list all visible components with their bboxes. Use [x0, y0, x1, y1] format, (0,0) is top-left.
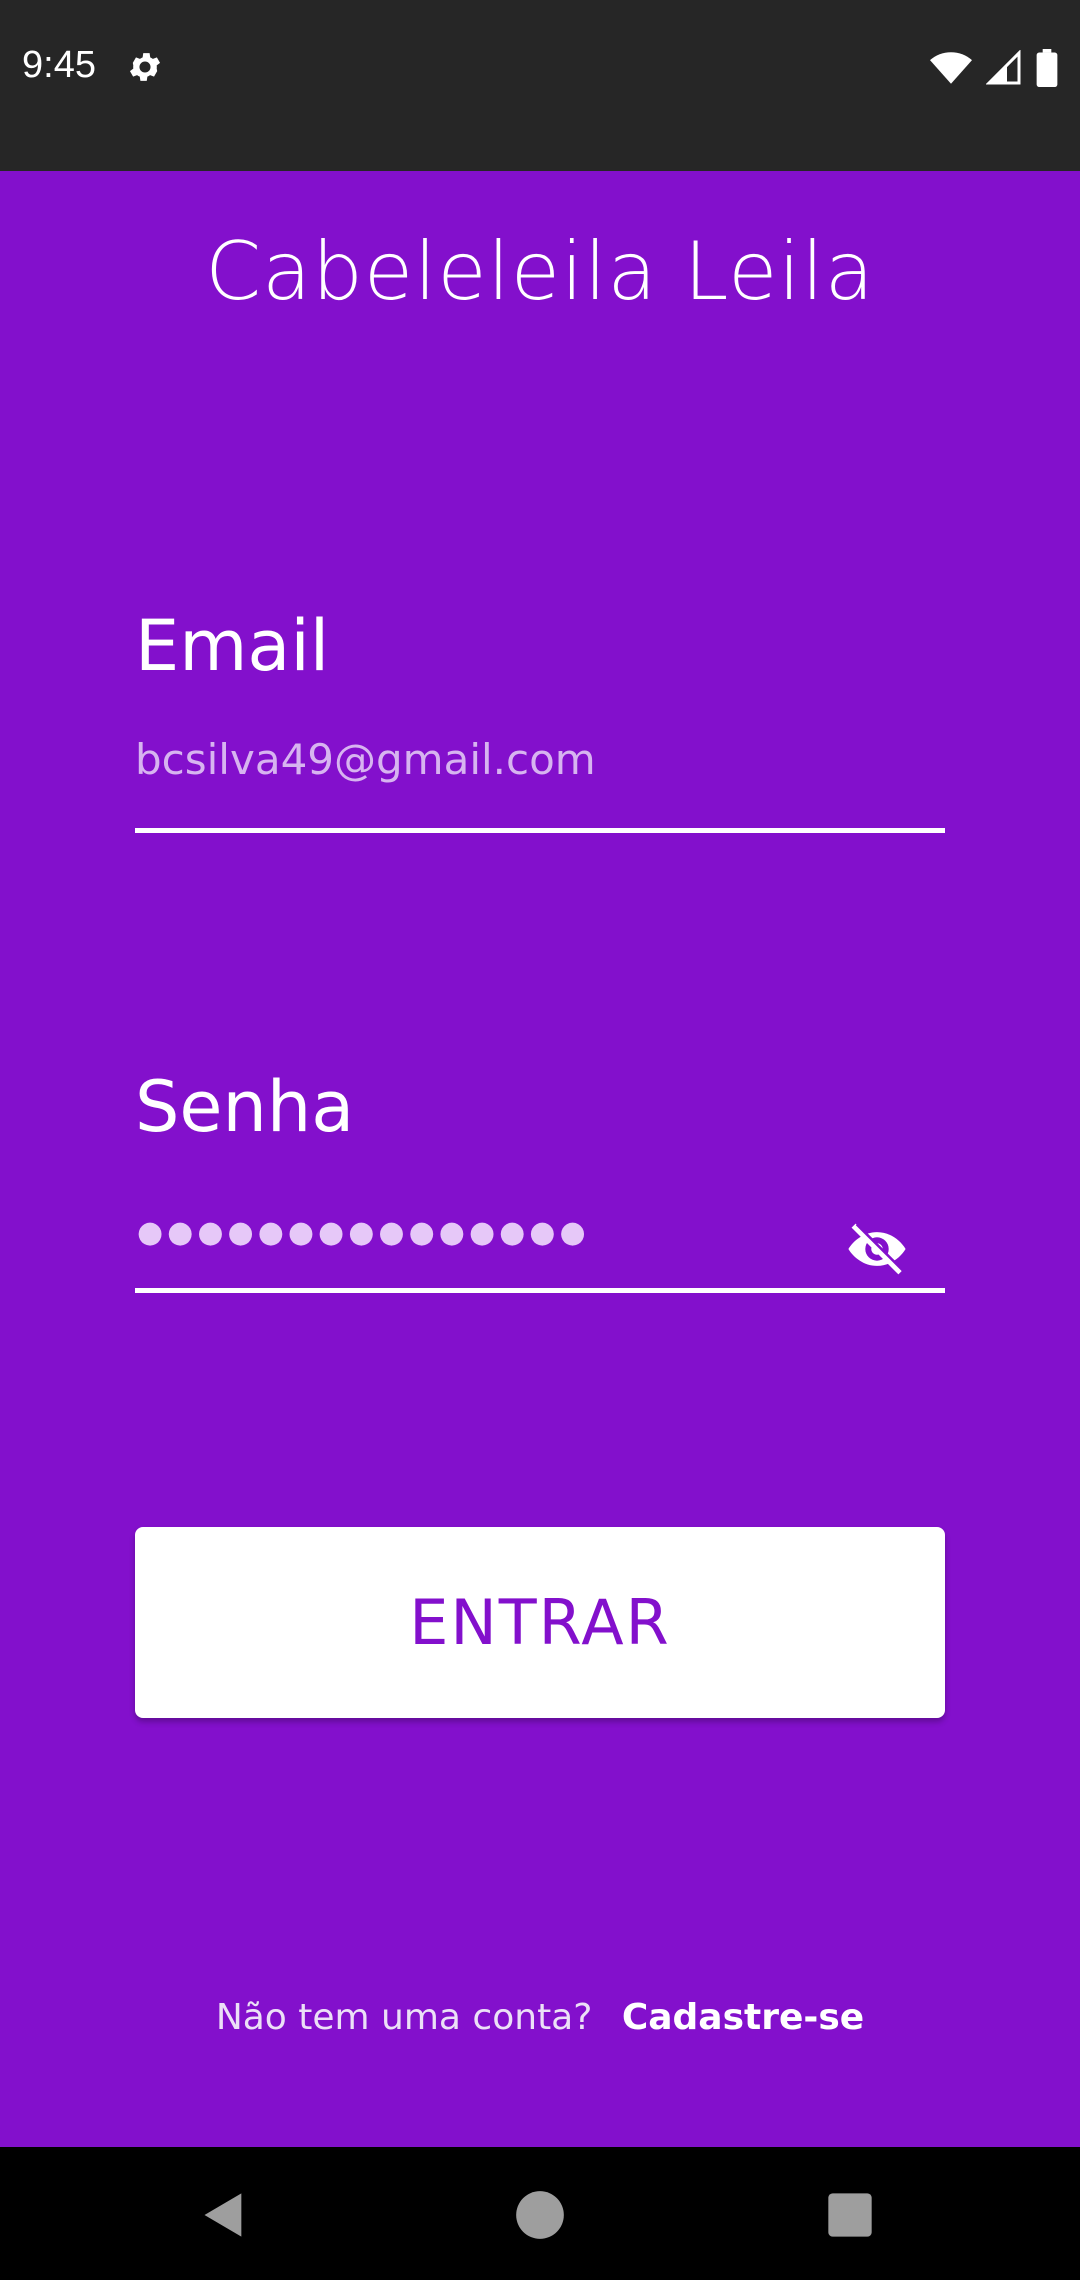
- app-title: Cabeleleila Leila: [205, 225, 875, 318]
- battery-icon: [1036, 49, 1058, 87]
- password-underline: [135, 1288, 945, 1293]
- signup-row: Não tem uma conta? Cadastre-se: [0, 1997, 1080, 2038]
- back-icon[interactable]: [198, 2189, 250, 2241]
- eye-off-icon[interactable]: [845, 1223, 909, 1275]
- login-button[interactable]: ENTRAR: [135, 1527, 945, 1718]
- password-label: Senha: [135, 1066, 355, 1148]
- wifi-icon: [930, 52, 972, 84]
- settings-icon: [129, 53, 161, 81]
- recents-icon[interactable]: [824, 2189, 876, 2241]
- status-time: 9:45: [22, 44, 96, 86]
- email-label: Email: [135, 605, 330, 687]
- navigation-bar: [0, 2147, 1080, 2280]
- status-icons: [930, 48, 1058, 88]
- password-field[interactable]: ●●●●●●●●●●●●●●●: [137, 1215, 590, 1250]
- status-bar: 9:45: [0, 0, 1080, 171]
- email-underline: [135, 828, 945, 833]
- login-screen: Cabeleleila Leila Email bcsilva49@gmail.…: [0, 171, 1080, 2147]
- signal-icon: [986, 50, 1021, 85]
- signup-link[interactable]: Cadastre-se: [622, 1997, 864, 2038]
- email-field[interactable]: bcsilva49@gmail.com: [135, 735, 596, 784]
- signup-prompt: Não tem uma conta?: [215, 1997, 593, 2038]
- home-icon[interactable]: [514, 2189, 566, 2241]
